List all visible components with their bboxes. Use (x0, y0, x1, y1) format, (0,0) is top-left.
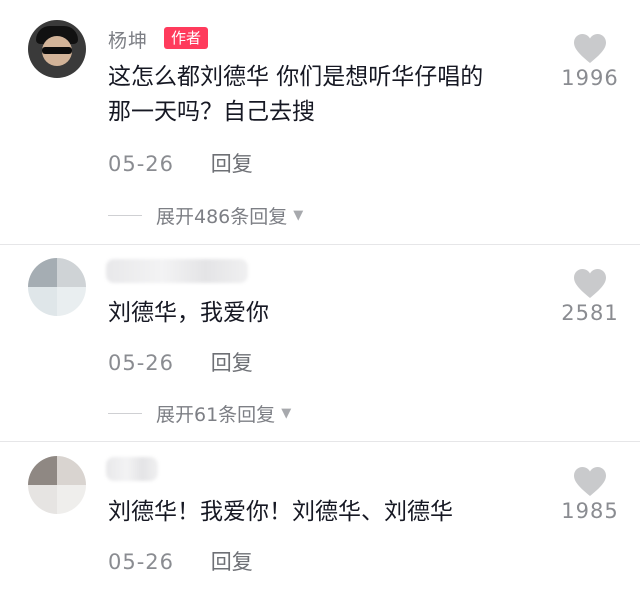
avatar[interactable] (28, 456, 86, 514)
avatar[interactable] (28, 20, 86, 78)
comment-date: 05-26 (108, 550, 175, 574)
author-badge: 作者 (164, 27, 209, 49)
username[interactable]: 杨坤 (108, 26, 148, 53)
reply-button[interactable]: 回复 (211, 351, 253, 375)
reply-button[interactable]: 回复 (211, 152, 253, 176)
comment-date: 05-26 (108, 351, 175, 375)
comment-text-line: 这怎么都刘德华 你们是想听华仔唱的 (108, 64, 484, 90)
divider (0, 441, 640, 442)
comment-text: 这怎么都刘德华 你们是想听华仔唱的 那一天吗？自己去搜 (108, 60, 548, 130)
comment-meta: 05-26 回复 (108, 546, 253, 576)
like-button[interactable]: 2581 (558, 268, 622, 325)
like-count: 2581 (561, 301, 619, 325)
expand-label: 展开486条回复 (156, 206, 288, 228)
avatar-glasses (42, 47, 72, 54)
chevron-down-icon: ▼ (281, 406, 292, 421)
heart-icon (574, 467, 606, 496)
comment-text: 刘德华！我爱你！刘德华、刘德华 (108, 495, 568, 530)
expand-replies-button[interactable]: 展开486条回复 ▼ (108, 202, 303, 229)
expand-line (108, 413, 142, 414)
comment-text-line: 刘德华，我爱你 (108, 300, 269, 326)
chevron-down-icon: ▼ (293, 208, 304, 223)
like-count: 1985 (561, 499, 619, 523)
heart-icon (574, 269, 606, 298)
heart-icon (574, 34, 606, 63)
like-button[interactable]: 1996 (558, 33, 622, 90)
comment-meta: 05-26 回复 (108, 148, 253, 178)
comment-text-line: 刘德华！我爱你！刘德华、刘德华 (108, 499, 453, 525)
comment-date: 05-26 (108, 152, 175, 176)
comment-meta: 05-26 回复 (108, 347, 253, 377)
comment-text-line: 那一天吗？自己去搜 (108, 99, 315, 125)
username-redacted (106, 457, 158, 481)
expand-line (108, 215, 142, 216)
like-count: 1996 (561, 66, 619, 90)
username-redacted (106, 259, 248, 283)
expand-replies-button[interactable]: 展开61条回复 ▼ (108, 400, 291, 427)
like-button[interactable]: 1985 (558, 466, 622, 523)
reply-button[interactable]: 回复 (211, 550, 253, 574)
comment-text: 刘德华，我爱你 (108, 296, 548, 331)
expand-label: 展开61条回复 (156, 404, 276, 426)
divider (0, 244, 640, 245)
avatar[interactable] (28, 258, 86, 316)
